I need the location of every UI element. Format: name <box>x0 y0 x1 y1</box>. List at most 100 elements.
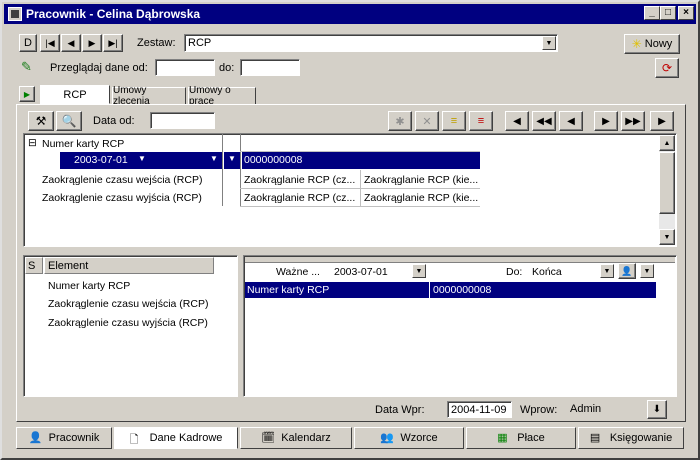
tab-umowy-o-prace[interactable]: Umowy o pracę <box>188 85 256 107</box>
row-entry-value-2[interactable]: Zaokrąglanie RCP (kie... <box>364 174 478 186</box>
grid-fast-forward-button[interactable]: ▶▶ <box>621 111 645 131</box>
nowy-button[interactable]: ✳ Nowy <box>624 34 680 54</box>
chevron-down-icon[interactable]: ▼ <box>640 264 654 278</box>
person-filter-button[interactable]: 👤 <box>618 263 636 279</box>
tab-ksiegowanie[interactable]: ▤ Księgowanie <box>578 427 684 449</box>
root-node-label: Numer karty RCP <box>42 138 125 150</box>
cell-divider <box>429 282 430 298</box>
people-icon: 👥 <box>380 432 395 444</box>
col-element-header[interactable]: Element <box>44 257 214 274</box>
delete-row-button[interactable]: ≡ <box>469 111 493 131</box>
collapse-icon[interactable]: ⊟ <box>28 137 37 149</box>
tab-wzorce-label: Wzorce <box>400 432 438 444</box>
grid-next-button[interactable]: ▶ <box>594 111 618 131</box>
tab-place-label: Płace <box>517 432 545 444</box>
list-item[interactable]: Zaokrąglenie czasu wejścia (RCP) <box>48 298 208 310</box>
list-item[interactable]: Numer karty RCP <box>48 280 130 292</box>
nav-start-button[interactable]: |◀ <box>40 34 60 52</box>
tab-kalendarz[interactable]: 🗓 Kalendarz <box>240 427 352 449</box>
chevron-down-icon[interactable]: ▼ <box>210 154 218 163</box>
date-from-input[interactable] <box>155 59 215 76</box>
money-icon: ▦ <box>497 432 508 444</box>
first-icon: ◀ <box>513 115 521 127</box>
przegladaj-label: Przeglądaj dane od: <box>50 62 148 74</box>
nowy-label: Nowy <box>644 38 673 50</box>
selected-value: 0000000008 <box>244 154 303 166</box>
document-icon: 🗋 <box>129 434 139 446</box>
minimize-button[interactable]: _ <box>644 6 660 20</box>
chevron-down-icon[interactable]: ▼ <box>412 264 426 278</box>
scroll-up-icon[interactable]: ▲ <box>659 135 675 151</box>
play-icon: ▶ <box>23 89 31 99</box>
top-grid: ⊟ Numer karty RCP 2003-07-01 ▼ ▼ ▼ 00000… <box>23 133 677 247</box>
title-bar: Pracownik - Celina Dąbrowska _ □ × <box>4 4 696 24</box>
grid-fast-back-button[interactable]: ◀◀ <box>532 111 556 131</box>
tab-dane-kadrowe[interactable]: 🗋 Dane Kadrowe <box>114 427 238 449</box>
new-record-button[interactable]: ✱ <box>388 111 412 131</box>
nav-last-button[interactable]: ▶| <box>103 34 123 52</box>
tab-wzorce[interactable]: 👥 Wzorce <box>354 427 464 449</box>
chevron-down-icon[interactable]: ▼ <box>542 36 556 50</box>
col-element-label: Element <box>48 260 89 272</box>
row-exit-value-1[interactable]: Zaokrąglanie RCP (cz... <box>244 192 358 204</box>
col-s-label: S <box>28 260 36 272</box>
wazne-value[interactable]: 2003-07-01 <box>334 266 388 278</box>
zestaw-select[interactable]: RCP ▼ <box>184 34 558 52</box>
next-small-icon: ▶ <box>602 115 610 127</box>
tab-rcp[interactable]: RCP <box>40 85 110 104</box>
add-row-button[interactable]: ≡ <box>442 111 466 131</box>
tab-umowy-zlecenia[interactable]: Umowy zlecenia <box>112 85 186 107</box>
nav-next-button[interactable]: ▶ <box>82 34 102 52</box>
scroll-down-icon[interactable]: ▼ <box>659 229 675 245</box>
col-s-header[interactable]: S <box>25 257 43 274</box>
person-icon: 👤 <box>621 265 633 276</box>
prev-icon: ◀ <box>67 37 75 48</box>
refresh-button[interactable]: ⟳ <box>655 58 679 78</box>
maximize-button[interactable]: □ <box>660 6 676 20</box>
close-button[interactable]: × <box>678 6 694 20</box>
play-button[interactable]: ▶ <box>19 86 35 102</box>
chevron-down-icon[interactable]: ▼ <box>228 154 236 163</box>
tab-place[interactable]: ▦ Płace <box>466 427 576 449</box>
selected-dropdown-cell[interactable]: ▼ <box>224 152 240 169</box>
person-icon: 👤 <box>28 432 43 444</box>
tab-pracownik[interactable]: 👤 Pracownik <box>16 427 112 449</box>
chevron-down-icon[interactable]: ▼ <box>138 154 146 163</box>
grid-prev-button[interactable]: ◀ <box>559 111 583 131</box>
grid-divider <box>222 134 223 206</box>
scroll-thumb[interactable] <box>659 152 675 214</box>
next-icon: ▶ <box>88 37 96 48</box>
detail-selected-row[interactable]: Numer karty RCP 0000000008 <box>245 282 656 298</box>
download-button[interactable]: ⬇ <box>647 400 667 419</box>
calendar-icon: 🗓 <box>261 432 276 444</box>
data-od-input[interactable] <box>150 112 215 129</box>
delete-row-icon: ≡ <box>477 115 485 127</box>
date-to-input[interactable] <box>240 59 300 76</box>
skip-forward-icon: ▶| <box>108 37 118 48</box>
delete-button[interactable]: ✕ <box>415 111 439 131</box>
data-od-label: Data od: <box>93 115 135 127</box>
grid-first-button[interactable]: ◀ <box>505 111 529 131</box>
list-item[interactable]: Zaokrąglenie czasu wyjścia (RCP) <box>48 317 208 329</box>
row-entry-value-1[interactable]: Zaokrąglanie RCP (cz... <box>244 174 358 186</box>
refresh-icon: ⟳ <box>661 61 673 75</box>
add-row-icon: ≡ <box>450 115 458 127</box>
nav-first-button[interactable]: D <box>19 34 37 52</box>
fast-back-icon: ◀◀ <box>536 115 552 127</box>
grid-last-button[interactable]: ▶ <box>650 111 674 131</box>
vertical-scrollbar[interactable]: ▲ ▼ <box>659 135 675 245</box>
filter-pen-icon: ✎ <box>21 59 32 74</box>
chevron-down-icon[interactable]: ▼ <box>600 264 614 278</box>
row-label-exit: Zaokrąglenie czasu wyjścia (RCP) <box>42 192 202 204</box>
do-value[interactable]: Końca <box>532 266 562 278</box>
search-button[interactable]: 🔍 <box>56 111 82 131</box>
data-wpr-value: 2004-11-09 <box>451 404 507 416</box>
row-exit-value-2[interactable]: Zaokrąglanie RCP (kie... <box>364 192 478 204</box>
selected-date-cell[interactable]: 2003-07-01 ▼ ▼ <box>60 152 222 169</box>
selected-value-cell[interactable]: 0000000008 <box>242 152 480 169</box>
nav-prev-button[interactable]: ◀ <box>61 34 81 52</box>
tools-icon: ⚒ <box>35 114 47 128</box>
tools-button[interactable]: ⚒ <box>28 111 54 131</box>
row-divider <box>240 188 480 189</box>
asterisk-icon: ✱ <box>395 115 405 128</box>
